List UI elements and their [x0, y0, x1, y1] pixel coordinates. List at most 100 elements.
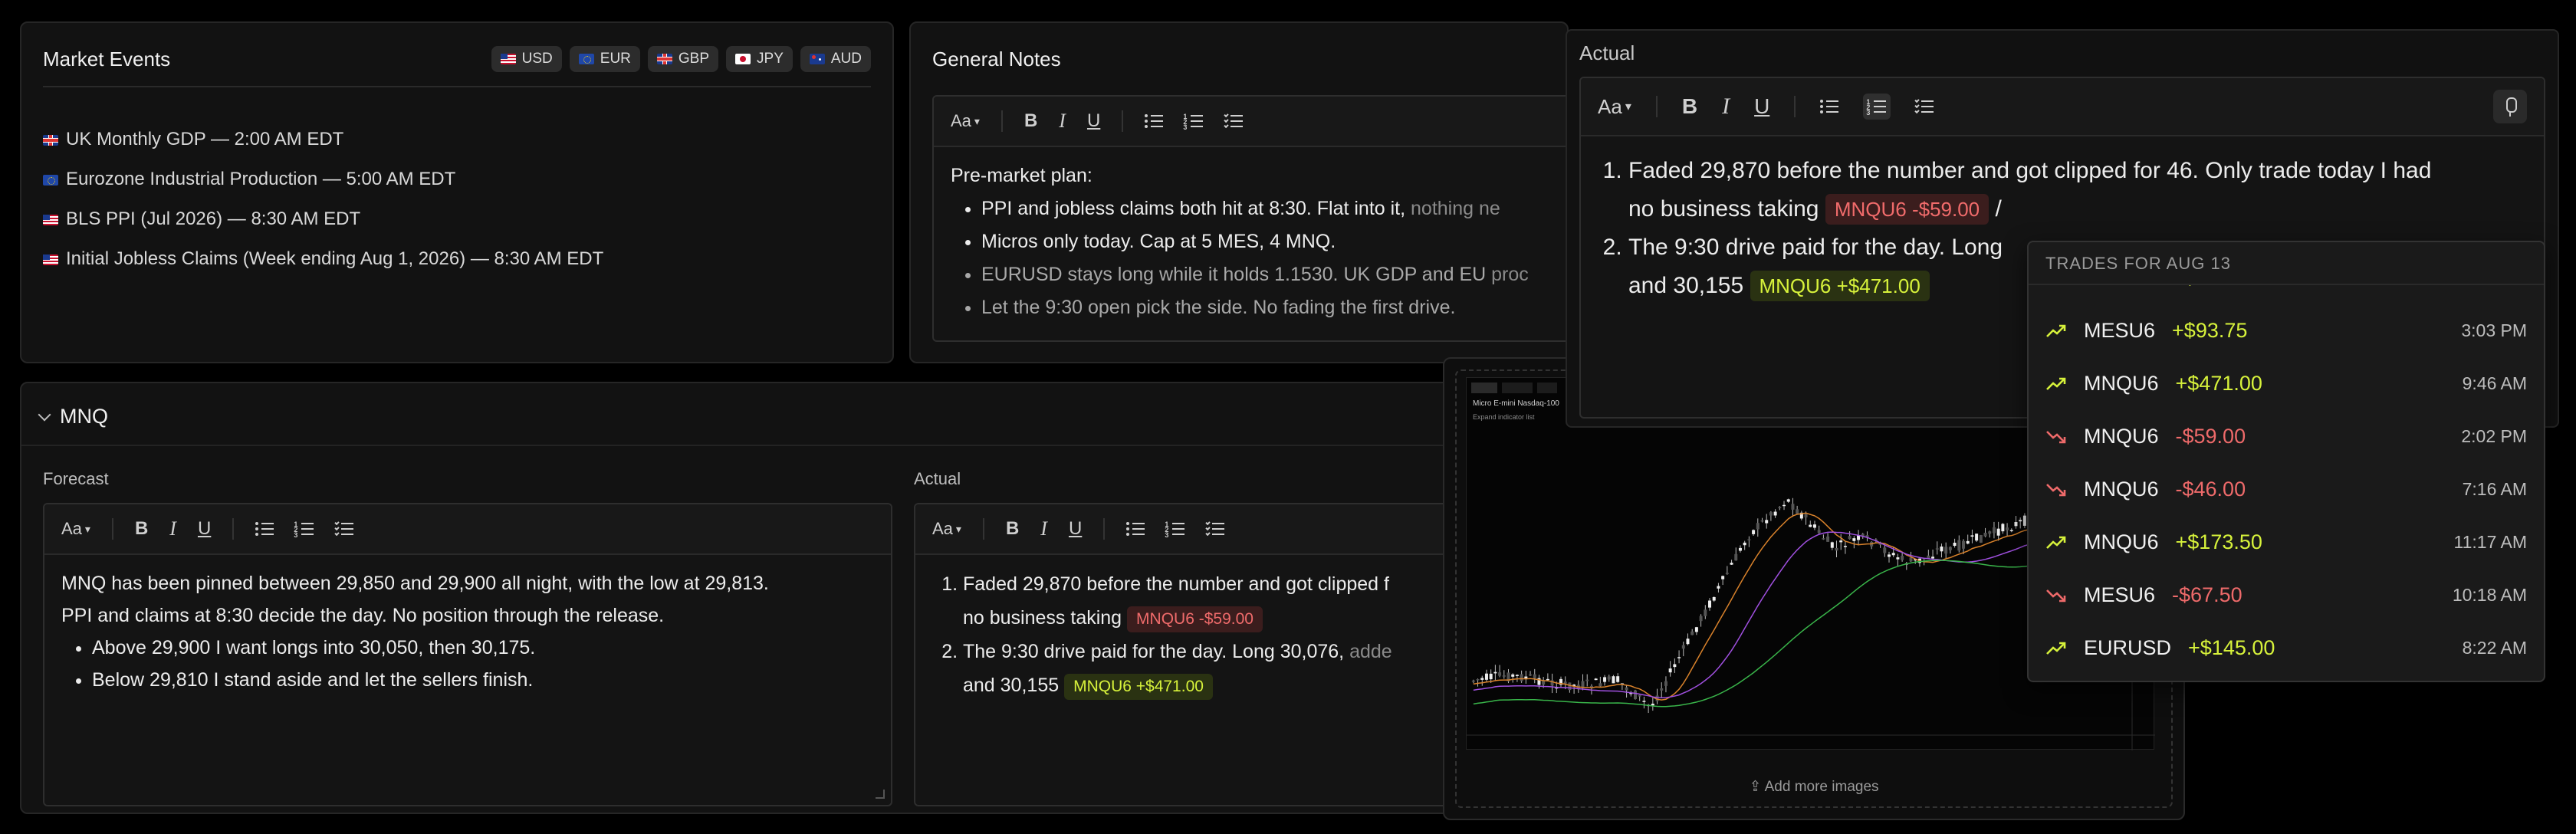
- actual-label: Actual: [914, 469, 961, 488]
- event-text: BLS PPI (Jul 2026) — 8:30 AM EDT: [66, 208, 361, 229]
- candle-body: [1783, 504, 1786, 507]
- list-item-text: The 9:30 drive paid for the day. Long 30…: [963, 641, 1350, 662]
- resize-handle[interactable]: [876, 790, 885, 799]
- numbered-list-icon[interactable]: 123: [1183, 113, 1204, 131]
- list-item: Faded 29,870 before the number and got c…: [963, 567, 1447, 635]
- actual-label: Actual: [1579, 41, 1635, 64]
- underline-button[interactable]: U: [1069, 518, 1082, 540]
- bullet-list-icon[interactable]: [1145, 114, 1164, 128]
- bold-button[interactable]: B: [1682, 94, 1697, 119]
- candle-body: [1769, 512, 1773, 516]
- toolbar-separator: [111, 518, 113, 540]
- currency-chip-eur[interactable]: EUR: [569, 46, 640, 72]
- microphone-icon[interactable]: [2493, 90, 2527, 123]
- currency-chip-aud[interactable]: AUD: [800, 46, 871, 72]
- bold-button[interactable]: B: [135, 518, 148, 540]
- bullet-list-icon[interactable]: [1820, 100, 1839, 113]
- candle-body: [1730, 563, 1733, 565]
- trade-symbol: MESU6: [2084, 285, 2155, 290]
- trade-tag-loss[interactable]: MNQU6 -$59.00: [1825, 194, 1990, 225]
- numbered-list-button-active[interactable]: 123: [1863, 94, 1891, 120]
- font-menu-button[interactable]: Aa ▾: [932, 519, 961, 539]
- actual-content[interactable]: Faded 29,870 before the number and got c…: [915, 555, 1464, 714]
- candle-body: [1975, 534, 1979, 541]
- trade-amount: +$125.00: [2172, 285, 2259, 290]
- candle-body: [1901, 556, 1904, 560]
- font-menu-button[interactable]: Aa ▾: [951, 111, 980, 131]
- mnq-section-toggle[interactable]: MNQ: [38, 405, 108, 428]
- trade-option[interactable]: MESU6 -$67.50 10:18 AM: [2029, 569, 2544, 622]
- currency-chip-usd[interactable]: USD: [491, 46, 562, 72]
- add-more-images-button[interactable]: ⇪ Add more images: [1444, 778, 2183, 796]
- us-flag-icon: [43, 215, 58, 225]
- general-notes-content[interactable]: Pre-market plan: PPI and jobless claims …: [934, 147, 1567, 337]
- currency-chip-jpy[interactable]: JPY: [726, 46, 793, 72]
- numbered-list-icon[interactable]: 123: [294, 521, 314, 539]
- trade-tag-profit[interactable]: MNQU6 +$471.00: [1064, 674, 1213, 700]
- candle-body: [1896, 557, 1900, 560]
- candle-body: [1747, 539, 1751, 540]
- list-item: PPI and jobless claims both hit at 8:30.…: [981, 192, 1567, 225]
- italic-button[interactable]: I: [169, 517, 176, 540]
- candle-body: [1786, 499, 1790, 502]
- numbered-list-icon[interactable]: 123: [1165, 521, 1185, 539]
- trending-up-icon: [2045, 535, 2067, 550]
- trade-symbol: MNQU6: [2084, 372, 2159, 395]
- checklist-icon[interactable]: [1205, 520, 1225, 537]
- trade-option[interactable]: MESU6 +$93.75 3:03 PM: [2029, 304, 2544, 357]
- trade-amount: -$46.00: [2175, 478, 2246, 501]
- checklist-icon[interactable]: [1224, 112, 1244, 129]
- trade-option[interactable]: MNQU6 -$46.00 7:16 AM: [2029, 463, 2544, 516]
- trade-option[interactable]: MNQU6 +$471.00 9:46 AM: [2029, 357, 2544, 410]
- trade-option[interactable]: MNQU6 +$173.50 11:17 AM: [2029, 516, 2544, 569]
- trade-amount: +$145.00: [2188, 636, 2275, 659]
- trade-option[interactable]: EURUSD +$145.00 8:22 AM: [2029, 622, 2544, 675]
- trade-amount: -$59.00: [2175, 425, 2246, 448]
- bullet-list-icon[interactable]: [255, 522, 274, 536]
- candle-body: [1848, 536, 1852, 540]
- italic-button[interactable]: I: [1722, 94, 1730, 120]
- event-item: Eurozone Industrial Production — 5:00 AM…: [43, 159, 603, 199]
- toolbar-separator: [1794, 96, 1796, 117]
- chevron-down-icon: [38, 408, 51, 421]
- font-menu-button[interactable]: Aa ▾: [1598, 95, 1631, 119]
- italic-button[interactable]: I: [1059, 110, 1066, 133]
- chevron-down-icon: ▾: [84, 522, 90, 535]
- font-menu-button[interactable]: Aa ▾: [61, 519, 90, 539]
- checklist-icon[interactable]: [1914, 97, 1934, 114]
- trade-option[interactable]: MNQU6 -$59.00 2:02 PM: [2029, 410, 2544, 463]
- currency-code: USD: [521, 51, 553, 67]
- forecast-content[interactable]: MNQ has been pinned between 29,850 and 2…: [44, 555, 891, 708]
- trade-tag-loss[interactable]: MNQU6 -$59.00: [1127, 606, 1263, 632]
- trade-option[interactable]: MESU6 +$125.00 12:51 PM: [2029, 285, 2544, 304]
- candle-body: [1616, 676, 1620, 682]
- forecast-editor[interactable]: Aa ▾ B I U 123 MNQ has been pinned betwee…: [43, 503, 892, 806]
- candle-body: [1594, 678, 1598, 681]
- underline-button[interactable]: U: [1087, 110, 1100, 132]
- actual-editor[interactable]: Aa▾ B I U 123 Faded 29,870 before the nu…: [914, 503, 1466, 806]
- candle-body: [1812, 524, 1816, 528]
- currency-chip-gbp[interactable]: GBP: [647, 46, 719, 72]
- italic-button[interactable]: I: [1040, 517, 1047, 540]
- forecast-text: PPI and claims at 8:30 decide the day. N…: [61, 605, 665, 626]
- gb-flag-icon: [656, 54, 672, 64]
- candle-body: [1883, 547, 1887, 553]
- candle-body: [1809, 524, 1812, 527]
- underline-button[interactable]: U: [1754, 94, 1769, 119]
- trade-tag-profit[interactable]: MNQU6 +$471.00: [1750, 271, 1930, 301]
- toolbar-separator: [982, 518, 984, 540]
- trade-time: 9:46 AM: [2462, 373, 2527, 393]
- list-item-text: no business taking: [1628, 196, 1819, 222]
- bold-button[interactable]: B: [1024, 110, 1037, 132]
- font-menu-label: Aa: [932, 519, 953, 538]
- au-flag-icon: [809, 54, 825, 64]
- bold-button[interactable]: B: [1006, 518, 1019, 540]
- general-notes-editor[interactable]: Aa▾ B I U 123 Pre-market plan: PPI and j…: [932, 95, 1567, 342]
- checklist-icon[interactable]: [334, 520, 354, 537]
- list-item: The 9:30 drive paid for the day. Long 30…: [963, 635, 1447, 702]
- candle-body: [1634, 690, 1637, 700]
- underline-button[interactable]: U: [198, 518, 211, 540]
- event-item: Initial Jobless Claims (Week ending Aug …: [43, 239, 603, 279]
- trending-up-icon: [2045, 641, 2067, 656]
- bullet-list-icon[interactable]: [1126, 522, 1145, 536]
